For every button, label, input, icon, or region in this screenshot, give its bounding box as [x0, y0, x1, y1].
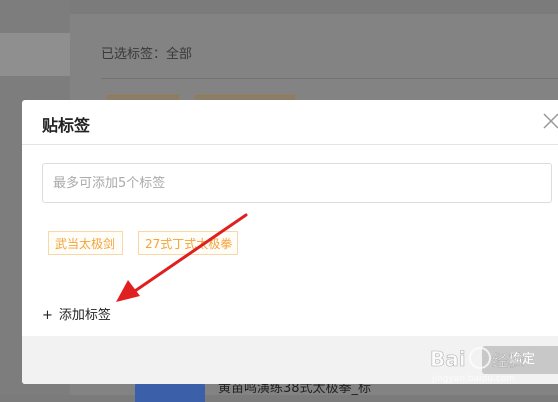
svg-text:Bai: Bai — [430, 347, 466, 371]
background-selected-tags-label: 已选标签：全部 — [101, 47, 193, 62]
suggested-tag[interactable]: 武当太极剑 — [48, 231, 123, 255]
baidu-watermark-logo: Bai 经验 jingyan.baidu.com — [430, 347, 525, 384]
svg-text:经验: 经验 — [492, 351, 524, 370]
add-tag-button[interactable]: + 添加标签 — [42, 304, 111, 323]
dialog-title: 贴标签 — [42, 116, 91, 135]
background-divider — [101, 78, 558, 79]
background-sidebar-selected-item — [0, 33, 70, 76]
dialog-header-divider — [22, 144, 558, 145]
close-icon[interactable] — [540, 110, 558, 132]
suggested-tag[interactable]: 27式丁式太极拳 — [138, 231, 238, 255]
svg-text:jingyan.baidu.com: jingyan.baidu.com — [431, 374, 515, 384]
add-tag-label: 添加标签 — [58, 308, 111, 323]
plus-icon: + — [42, 308, 53, 323]
tag-input[interactable] — [42, 163, 552, 203]
background-video-thumbnail — [135, 382, 205, 402]
